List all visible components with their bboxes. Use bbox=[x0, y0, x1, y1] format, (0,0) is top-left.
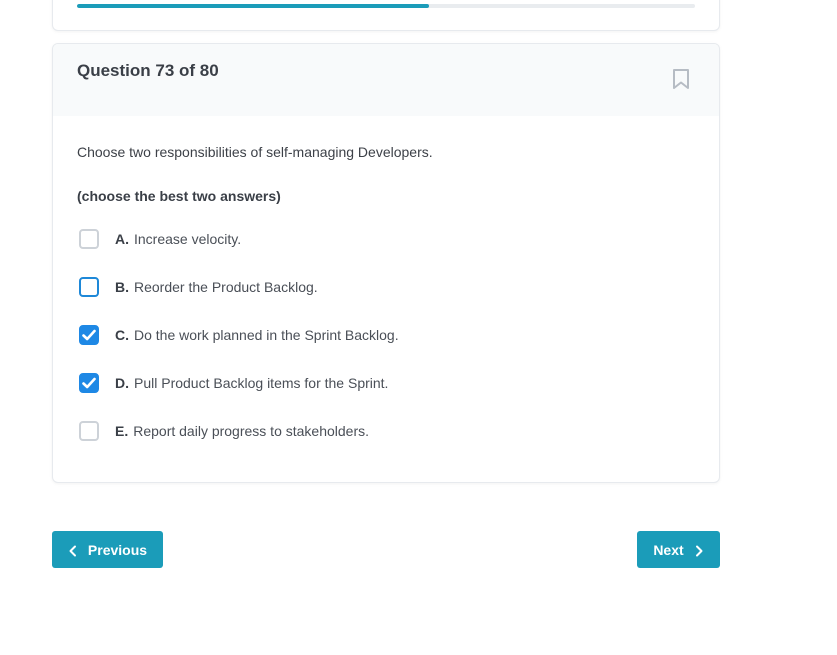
question-text: Choose two responsibilities of self-mana… bbox=[77, 144, 433, 160]
checkmark-icon bbox=[82, 377, 96, 389]
answer-letter: A. bbox=[115, 231, 129, 247]
progress-bar bbox=[77, 4, 695, 8]
answer-checkbox[interactable] bbox=[79, 325, 99, 345]
answer-letter: C. bbox=[115, 327, 129, 343]
answer-option-c[interactable]: C. Do the work planned in the Sprint Bac… bbox=[77, 324, 695, 346]
progress-bar-fill bbox=[77, 4, 430, 8]
next-button-label: Next bbox=[653, 541, 684, 558]
answer-option-a[interactable]: A. Increase velocity. bbox=[77, 228, 695, 250]
chevron-left-icon bbox=[68, 544, 78, 556]
answer-option-b[interactable]: B. Reorder the Product Backlog. bbox=[77, 276, 695, 298]
answer-text: Reorder the Product Backlog. bbox=[134, 279, 318, 295]
answer-checkbox[interactable] bbox=[79, 229, 99, 249]
checkmark-icon bbox=[82, 329, 96, 341]
answer-checkbox[interactable] bbox=[79, 277, 99, 297]
answer-text: Pull Product Backlog items for the Sprin… bbox=[134, 375, 389, 391]
chevron-right-icon bbox=[694, 544, 704, 556]
question-title: Question 73 of 80 bbox=[77, 61, 219, 80]
answer-text: Increase velocity. bbox=[134, 231, 242, 247]
question-card: Question 73 of 80 Choose two responsibil… bbox=[52, 43, 720, 483]
bookmark-icon[interactable] bbox=[671, 68, 691, 90]
question-header: Question 73 of 80 bbox=[53, 44, 719, 116]
answer-text: Do the work planned in the Sprint Backlo… bbox=[134, 327, 399, 343]
previous-button-label: Previous bbox=[87, 541, 148, 558]
answer-option-e[interactable]: E. Report daily progress to stakeholders… bbox=[77, 420, 695, 442]
answer-checkbox[interactable] bbox=[79, 373, 99, 393]
question-body: Choose two responsibilities of self-mana… bbox=[77, 144, 695, 468]
answer-option-d[interactable]: D. Pull Product Backlog items for the Sp… bbox=[77, 372, 695, 394]
answer-letter: D. bbox=[115, 375, 129, 391]
answer-text: Report daily progress to stakeholders. bbox=[133, 423, 370, 439]
answer-letter: B. bbox=[115, 279, 129, 295]
next-button[interactable]: Next bbox=[637, 531, 720, 568]
answer-checkbox[interactable] bbox=[79, 421, 99, 441]
answer-letter: E. bbox=[115, 423, 129, 439]
quiz-page: Question 73 of 80 Choose two responsibil… bbox=[0, 0, 837, 655]
progress-card bbox=[52, 0, 720, 31]
answer-instruction: (choose the best two answers) bbox=[77, 188, 281, 204]
previous-button[interactable]: Previous bbox=[52, 531, 163, 568]
answer-list: A. Increase velocity. B. Reorder the Pro… bbox=[77, 228, 695, 442]
